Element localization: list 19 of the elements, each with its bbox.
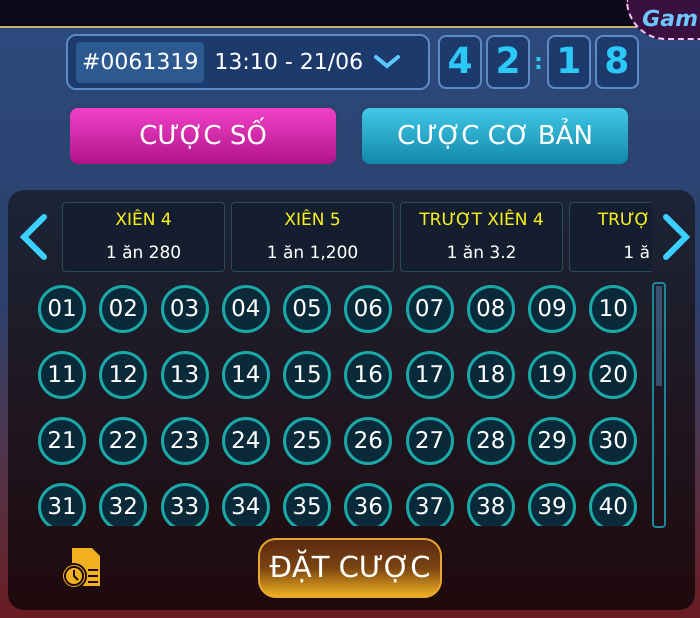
- countdown-digit: 2: [486, 35, 530, 89]
- round-id: #0061319: [76, 42, 204, 82]
- place-bet-button[interactable]: ĐẶT CƯỢC: [258, 538, 442, 598]
- countdown-digit: 1: [546, 35, 591, 89]
- bet-mode-tab[interactable]: CƯỢC SỐ: [66, 104, 340, 168]
- bet-type-card[interactable]: XIÊN 5 1 ăn 1,200: [231, 202, 394, 272]
- round-time: 13:10 - 21/06: [214, 48, 364, 76]
- round-selector[interactable]: #0061319 13:10 - 21/06: [66, 34, 430, 90]
- logo: Gam: [626, 0, 700, 40]
- scrollbar[interactable]: [652, 282, 666, 528]
- bet-type-card[interactable]: XIÊN 4 1 ăn 280: [62, 202, 225, 272]
- chevron-down-icon: [373, 54, 402, 70]
- chevron-right-icon[interactable]: [660, 213, 692, 261]
- bet-type-card[interactable]: TRƯỢT XIÊN 4 1 ăn 3.2: [400, 202, 563, 272]
- chevron-left-icon[interactable]: [18, 213, 50, 261]
- countdown-digit: 8: [594, 35, 639, 89]
- countdown-digit: 4: [438, 35, 482, 89]
- countdown-separator: :: [534, 48, 543, 76]
- bet-type-card[interactable]: TRƯỢ 1 ă: [569, 202, 652, 272]
